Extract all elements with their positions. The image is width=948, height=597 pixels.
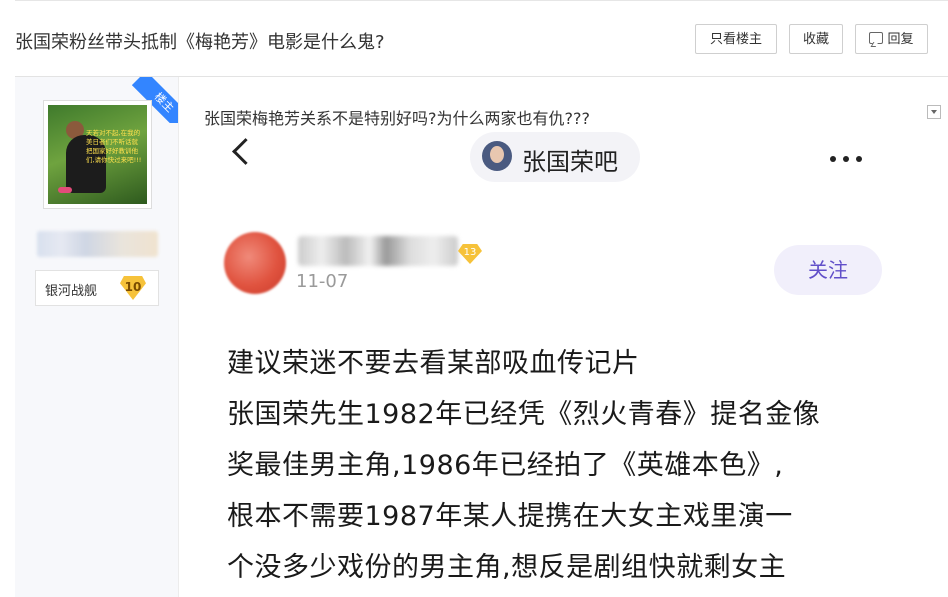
back-arrow-icon — [232, 138, 259, 165]
avatar-image: 天若对不起,在我的美日者们不听话就把国家好好教训他们,请你快过来吧!!! — [48, 105, 147, 204]
bar-name: 张国荣吧 — [522, 148, 618, 176]
badge-name: 银河战舰 — [45, 284, 98, 299]
poster-avatar-blurred — [224, 232, 286, 294]
body-line: 奖最佳男主角,1986年已经拍了《英雄本色》, — [227, 450, 784, 481]
post-text: 张国荣梅艳芳关系不是特别好吗?为什么两家也有仇??? — [204, 109, 590, 128]
only-op-button[interactable]: 只看楼主 — [695, 24, 777, 54]
top-divider — [15, 0, 948, 1]
body-line: 个没多少戏份的男主角,想反是剧组快就剩女主 — [227, 552, 787, 583]
embedded-screenshot: 张国荣吧 13 11-07 关注 建议荣迷不要去看某部吸血传记片 张国荣先生19… — [200, 128, 924, 597]
poster-level-icon: 13 — [458, 244, 482, 264]
poster-name-blurred — [298, 236, 458, 266]
author-name-blurred[interactable] — [37, 231, 158, 257]
thread-header: 张国荣粉丝带头抵制《梅艳芳》电影是什么鬼? 只看楼主 收藏 回复 — [15, 10, 948, 77]
body-line: 根本不需要1987年某人提携在大女主戏里演一 — [227, 501, 793, 532]
bar-avatar — [482, 141, 512, 171]
author-avatar[interactable]: 天若对不起,在我的美日者们不听话就把国家好好教训他们,请你快过来吧!!! — [43, 100, 152, 209]
bar-header-pill: 张国荣吧 — [470, 132, 640, 182]
avatar-caption: 天若对不起,在我的美日者们不听话就把国家好好教训他们,请你快过来吧!!! — [86, 129, 142, 164]
follow-button: 关注 — [774, 245, 882, 295]
body-line: 张国荣先生1982年已经凭《烈火青春》提名金像 — [227, 399, 821, 430]
comment-icon — [869, 32, 884, 44]
body-line: 建议荣迷不要去看某部吸血传记片 — [227, 348, 640, 379]
favorite-button[interactable]: 收藏 — [789, 24, 843, 54]
post-date: 11-07 — [296, 271, 349, 292]
member-badge[interactable]: 银河战舰 10 — [35, 270, 159, 306]
reply-button[interactable]: 回复 — [855, 24, 928, 54]
thread-title: 张国荣粉丝带头抵制《梅艳芳》电影是什么鬼? — [15, 32, 385, 53]
post-menu-dropdown-icon[interactable] — [927, 105, 941, 119]
badge-level-icon: 10 — [120, 276, 146, 300]
more-dots-icon — [830, 154, 869, 165]
reply-label: 回复 — [887, 32, 914, 47]
